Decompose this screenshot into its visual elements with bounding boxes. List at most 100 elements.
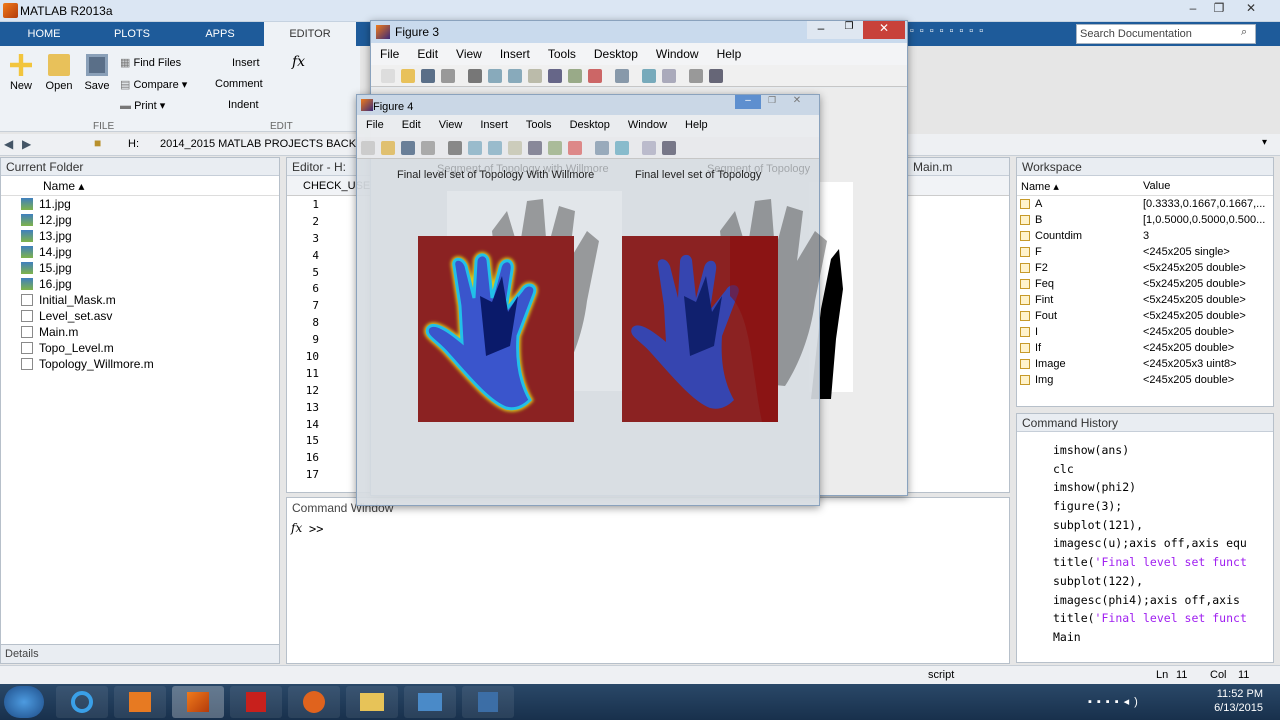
search-input[interactable]: Search Documentation ⌕ (1076, 24, 1256, 44)
file-list-item[interactable]: 12.jpg (1, 212, 279, 228)
workspace-col-value[interactable]: Value (1143, 180, 1170, 192)
taskbar-ie-icon[interactable] (56, 686, 108, 718)
figure-3-minimize-icon[interactable]: ‒ (807, 21, 835, 39)
taskbar-explorer-icon[interactable] (346, 686, 398, 718)
menu-desktop[interactable]: Desktop (594, 47, 638, 61)
new-figure-icon[interactable] (381, 69, 395, 83)
tab-apps[interactable]: APPS (176, 22, 264, 46)
zoom-in-icon[interactable] (468, 141, 482, 155)
taskbar-photo-viewer-icon[interactable] (404, 686, 456, 718)
history-entry[interactable]: imagesc(phi4);axis off,axis (1017, 591, 1273, 610)
workspace-variable-row[interactable]: A [0.3333,0.1667,0.1667,... (1017, 196, 1273, 212)
workspace-variable-row[interactable]: F <245x205 single> (1017, 244, 1273, 260)
workspace-col-name[interactable]: Name ▴ (1021, 180, 1059, 193)
figure-3-maximize-icon[interactable]: ❐ (835, 21, 863, 39)
figure-4-minimize-icon[interactable]: ‒ (735, 95, 761, 109)
history-entry[interactable]: subplot(122), (1017, 572, 1273, 591)
hide-plot-tools-icon[interactable] (642, 141, 656, 155)
tab-main-m[interactable]: Main.m (913, 160, 952, 174)
compare-button[interactable]: ▤ Compare ▾ (120, 78, 187, 91)
new-button[interactable]: New (6, 54, 36, 92)
details-panel[interactable]: Details (0, 644, 280, 664)
tab-editor[interactable]: EDITOR (264, 22, 356, 46)
indent-button[interactable]: Indent (228, 99, 259, 111)
figure-4-window[interactable]: Figure 4 ‒ ❐ ✕ File Edit View Insert Tools De… (356, 94, 827, 506)
workspace-variable-row[interactable]: If <245x205 double> (1017, 340, 1273, 356)
open-icon[interactable] (381, 141, 395, 155)
taskbar-video-icon[interactable] (462, 686, 514, 718)
print-icon[interactable] (421, 141, 435, 155)
address-path[interactable]: 2014_2015 MATLAB PROJECTS BACKUP (160, 138, 371, 150)
pan-icon[interactable] (508, 141, 522, 155)
file-list-item[interactable]: Level_set.asv (1, 308, 279, 324)
zoom-in-icon[interactable] (488, 69, 502, 83)
insert-button[interactable]: Insert (232, 57, 260, 69)
taskbar-media-icon[interactable] (114, 686, 166, 718)
workspace-variable-row[interactable]: Image <245x205x3 uint8> (1017, 356, 1273, 372)
forward-icon[interactable]: ▶ (22, 137, 31, 151)
data-cursor-icon[interactable] (548, 141, 562, 155)
quick-access-toolbar[interactable]: ▫▫▫▫▫▫▫▫▫ (900, 25, 989, 37)
file-list-item[interactable]: Main.m (1, 324, 279, 340)
workspace-variable-row[interactable]: Feq <5x245x205 double> (1017, 276, 1273, 292)
data-cursor-icon[interactable] (568, 69, 582, 83)
taskbar-clock[interactable]: 11:52 PM 6/13/2015 (1205, 688, 1263, 714)
workspace-variable-row[interactable]: Countdim 3 (1017, 228, 1273, 244)
address-dropdown-icon[interactable]: ▾ (1262, 137, 1267, 148)
zoom-out-icon[interactable] (508, 69, 522, 83)
open-icon[interactable] (401, 69, 415, 83)
save-icon[interactable] (421, 69, 435, 83)
menu-view[interactable]: View (439, 119, 463, 131)
history-entry[interactable]: imshow(ans) (1017, 441, 1273, 460)
menu-help[interactable]: Help (685, 119, 708, 131)
brush-icon[interactable] (568, 141, 582, 155)
link-icon[interactable] (615, 69, 629, 83)
history-entry[interactable]: Main (1017, 628, 1273, 647)
fx-icon[interactable]: fx (291, 521, 302, 535)
menu-edit[interactable]: Edit (417, 47, 438, 61)
menu-file[interactable]: File (380, 47, 399, 61)
brush-icon[interactable] (588, 69, 602, 83)
rotate-icon[interactable] (528, 141, 542, 155)
history-entry[interactable]: imshow(phi2) (1017, 478, 1273, 497)
taskbar-matlab-icon[interactable] (172, 686, 224, 718)
file-list-item[interactable]: 13.jpg (1, 228, 279, 244)
colorbar-icon[interactable] (642, 69, 656, 83)
tab-home[interactable]: HOME (0, 22, 88, 46)
history-entry[interactable]: subplot(121), (1017, 516, 1273, 535)
zoom-out-icon[interactable] (488, 141, 502, 155)
taskbar-firefox-icon[interactable] (288, 686, 340, 718)
workspace-variable-row[interactable]: Fint <5x245x205 double> (1017, 292, 1273, 308)
workspace-variable-row[interactable]: Fout <5x245x205 double> (1017, 308, 1273, 324)
history-entry[interactable]: title('Final level set funct (1017, 609, 1273, 628)
figure-4-maximize-icon[interactable]: ❐ (763, 95, 781, 109)
file-list-item[interactable]: Topology_Willmore.m (1, 356, 279, 372)
history-entry[interactable]: title('Final level set funct (1017, 553, 1273, 572)
figure-4-close-icon[interactable]: ✕ (787, 95, 807, 109)
file-list-item[interactable]: 14.jpg (1, 244, 279, 260)
tab-plots[interactable]: PLOTS (88, 22, 176, 46)
legend-icon[interactable] (662, 69, 676, 83)
figure-3-close-icon[interactable]: ✕ (863, 21, 905, 39)
history-entry[interactable]: imagesc(u);axis off,axis equ (1017, 534, 1273, 553)
minimize-icon[interactable]: ‒ (1182, 0, 1204, 18)
menu-tools[interactable]: Tools (548, 47, 576, 61)
start-button[interactable] (4, 686, 44, 718)
file-list-item[interactable]: Topo_Level.m (1, 340, 279, 356)
menu-edit[interactable]: Edit (402, 119, 421, 131)
print-icon[interactable] (441, 69, 455, 83)
menu-view[interactable]: View (456, 47, 482, 61)
menu-window[interactable]: Window (656, 47, 699, 61)
open-button[interactable]: Open (44, 54, 74, 92)
menu-tools[interactable]: Tools (526, 119, 552, 131)
pointer-icon[interactable] (448, 141, 462, 155)
fx-icon[interactable]: fx (292, 54, 305, 70)
show-plot-tools-icon[interactable] (662, 141, 676, 155)
menu-insert[interactable]: Insert (480, 119, 508, 131)
back-icon[interactable]: ◀ (4, 137, 13, 151)
colorbar-icon[interactable] (615, 141, 629, 155)
taskbar-acrobat-icon[interactable] (230, 686, 282, 718)
save-button[interactable]: Save (82, 54, 112, 92)
menu-help[interactable]: Help (717, 47, 742, 61)
hide-plot-tools-icon[interactable] (689, 69, 703, 83)
